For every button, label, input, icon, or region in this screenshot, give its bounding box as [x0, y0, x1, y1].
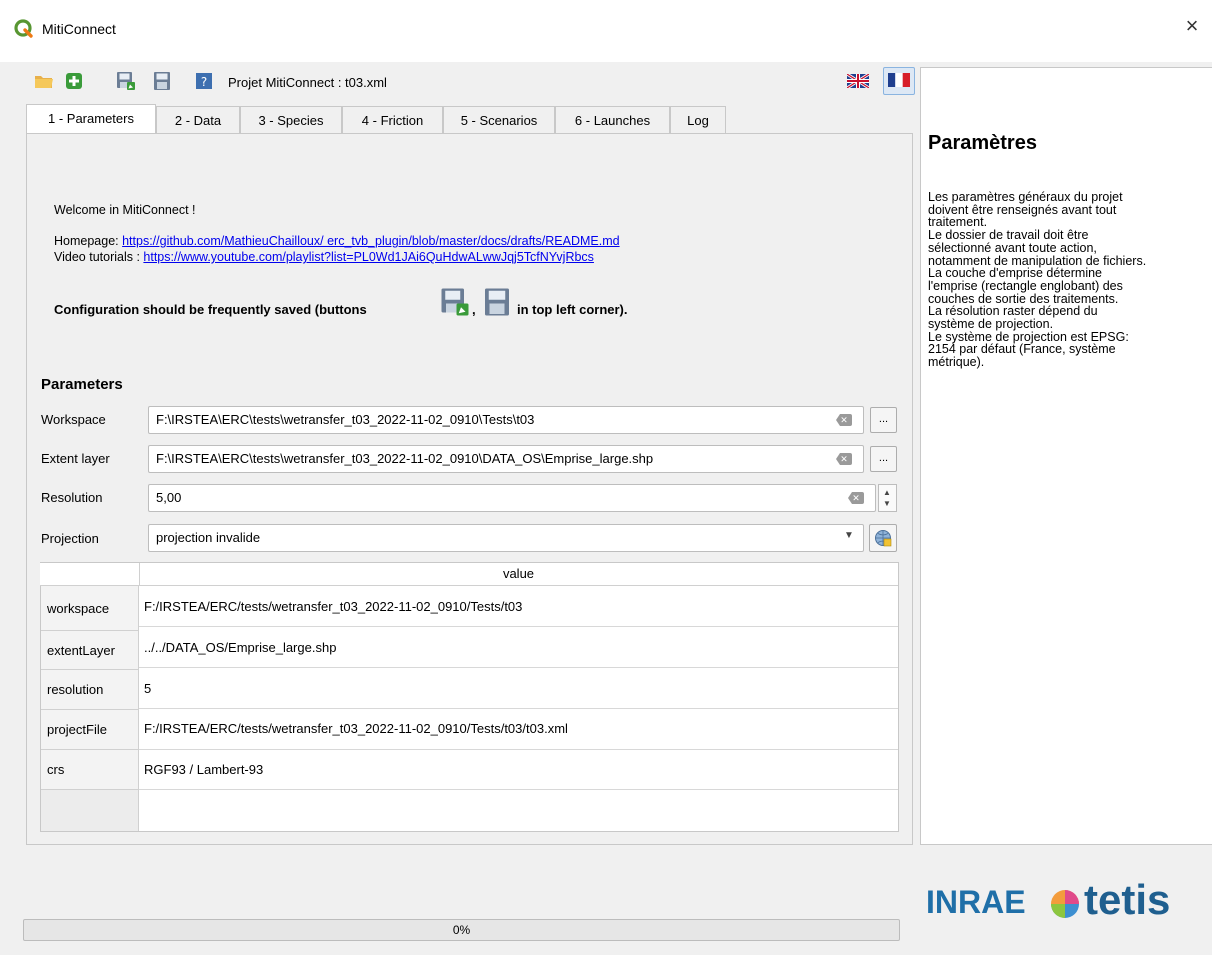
window-title: MitiConnect	[42, 21, 116, 37]
table-cell[interactable]: F:/IRSTEA/ERC/tests/wetransfer_t03_2022-…	[139, 709, 898, 750]
project-label: Projet MitiConnect : t03.xml	[228, 75, 387, 90]
welcome-text: Welcome in MitiConnect !	[54, 203, 196, 217]
tab-friction[interactable]: 4 - Friction	[342, 106, 443, 133]
row-header-projectfile[interactable]: projectFile	[41, 710, 139, 750]
config-comma: ,	[472, 302, 476, 317]
help-line: Les paramètres généraux du projet	[928, 190, 1123, 204]
help-line: système de projection.	[928, 317, 1054, 332]
svg-text:?: ?	[201, 75, 207, 89]
chevron-down-icon[interactable]: ▼	[844, 530, 854, 541]
row-header-workspace[interactable]: workspace	[41, 586, 139, 631]
tetis-logo: tetis	[1084, 876, 1171, 923]
browse-workspace-button[interactable]: ...	[870, 407, 897, 433]
video-line: Video tutorials : https://www.youtube.co…	[54, 250, 594, 264]
help-text: Les paramètres généraux du projet doiven…	[928, 191, 1208, 369]
projection-selector-button[interactable]	[869, 524, 897, 552]
step-up-icon[interactable]: ▲	[883, 488, 891, 497]
english-flag-icon[interactable]	[846, 72, 870, 90]
resolution-spinbox[interactable]: 5,00	[148, 484, 876, 512]
help-line: métrique).	[928, 355, 985, 370]
row-header-resolution[interactable]: resolution	[41, 670, 139, 710]
row-header-crs[interactable]: crs	[41, 750, 139, 790]
tab-scenarios[interactable]: 5 - Scenarios	[443, 106, 555, 133]
inrae-logo: INRAE	[926, 884, 1026, 920]
save-hint-icon	[482, 287, 512, 317]
resolution-label: Resolution	[41, 490, 103, 505]
french-flag-icon	[888, 73, 910, 90]
workspace-label: Workspace	[41, 412, 106, 427]
folder-open-icon[interactable]	[34, 71, 54, 91]
table-cell[interactable]: RGF93 / Lambert-93	[139, 750, 898, 790]
video-link[interactable]: https://www.youtube.com/playlist?list=PL…	[143, 250, 594, 264]
help-line: Le dossier de travail doit être	[928, 228, 1089, 243]
progress-label: 0%	[452, 923, 471, 937]
french-language-button[interactable]	[883, 67, 915, 95]
homepage-label: Homepage:	[54, 234, 123, 248]
workspace-field[interactable]: F:\IRSTEA\ERC\tests\wetransfer_t03_2022-…	[148, 406, 864, 434]
step-down-icon[interactable]: ▼	[883, 499, 891, 508]
tab-parameters[interactable]: 1 - Parameters	[26, 104, 156, 133]
table-header: value	[40, 563, 898, 586]
globe-icon	[874, 529, 892, 550]
video-label: Video tutorials :	[54, 250, 144, 264]
row-header-extentlayer[interactable]: extentLayer	[41, 631, 139, 670]
tab-launches[interactable]: 6 - Launches	[555, 106, 670, 133]
projection-select[interactable]: projection invalide	[148, 524, 864, 552]
extent-layer-field[interactable]: F:\IRSTEA\ERC\tests\wetransfer_t03_2022-…	[148, 445, 864, 473]
table-cell[interactable]: F:/IRSTEA/ERC/tests/wetransfer_t03_2022-…	[139, 586, 898, 627]
row-header-empty[interactable]	[41, 790, 139, 831]
table-cell[interactable]: 5	[139, 668, 898, 709]
projection-label: Projection	[41, 531, 99, 546]
extent-layer-label: Extent layer	[41, 451, 110, 466]
resolution-stepper[interactable]: ▲ ▼	[878, 484, 897, 512]
add-icon[interactable]	[64, 71, 84, 91]
tab-log[interactable]: Log	[670, 106, 726, 133]
browse-extent-button[interactable]: ...	[870, 446, 897, 472]
tab-data[interactable]: 2 - Data	[156, 106, 240, 133]
table-corner[interactable]	[40, 563, 140, 585]
save-as-icon[interactable]	[116, 71, 136, 91]
table-cell[interactable]: ../../DATA_OS/Emprise_large.shp	[139, 627, 898, 668]
config-save-hint: Configuration should be frequently saved…	[54, 302, 367, 317]
homepage-line: Homepage: https://github.com/MathieuChai…	[54, 234, 620, 248]
value-column-header[interactable]: value	[139, 563, 898, 585]
tab-species[interactable]: 3 - Species	[240, 106, 342, 133]
parameters-heading: Parameters	[41, 376, 123, 393]
close-window-button[interactable]: ×	[1180, 14, 1204, 38]
homepage-link[interactable]: https://github.com/MathieuChailloux/ erc…	[122, 234, 619, 248]
save-icon[interactable]	[152, 71, 172, 91]
help-line: sélectionné avant toute action,	[928, 240, 1097, 255]
help-icon[interactable]: ?	[194, 71, 214, 91]
title-bar	[0, 0, 1212, 62]
help-line: l'emprise (rectangle englobant) des	[928, 278, 1123, 293]
tetis-logo-icon	[1048, 889, 1082, 922]
save-as-hint-icon	[440, 287, 470, 317]
help-panel	[920, 67, 1212, 845]
qgis-logo-icon	[14, 19, 34, 39]
help-title: Paramètres	[928, 132, 1037, 154]
config-suffix: in top left corner).	[517, 302, 628, 317]
progress-bar: 0%	[23, 919, 900, 941]
